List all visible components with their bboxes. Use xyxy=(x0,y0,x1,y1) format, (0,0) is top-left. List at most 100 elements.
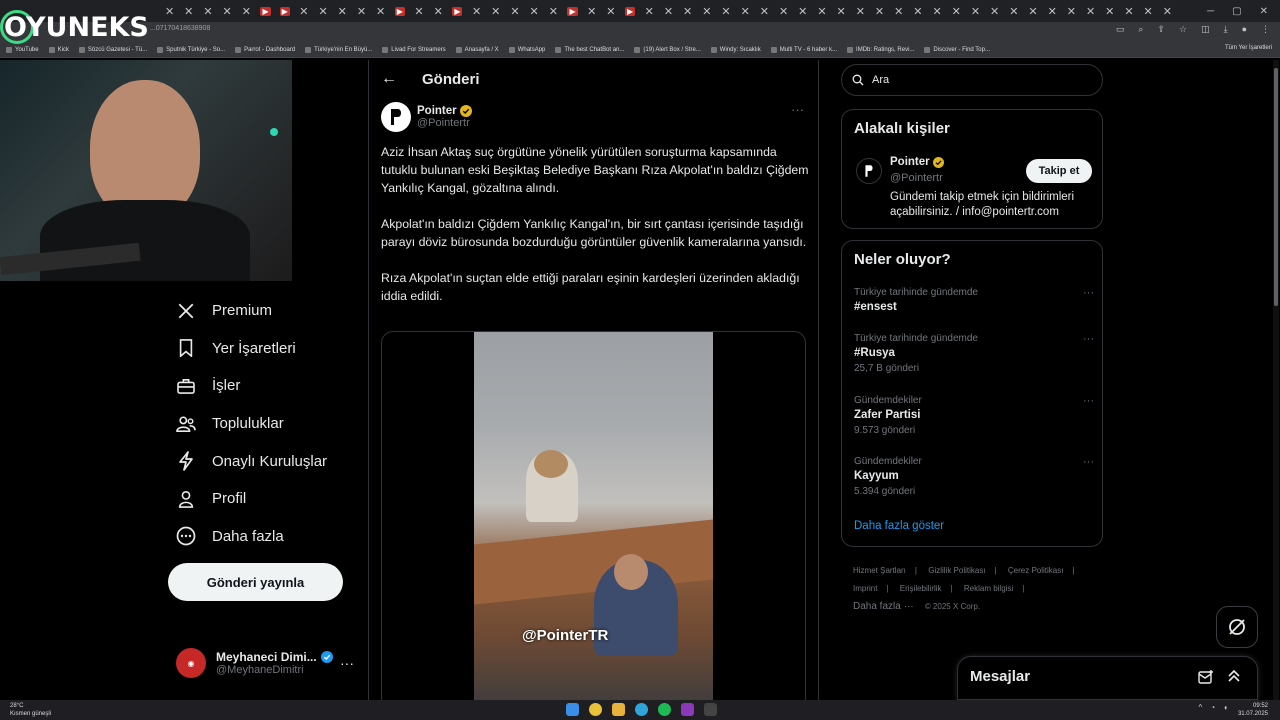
compose-message-icon[interactable] xyxy=(1198,669,1214,685)
trend-more-icon[interactable]: ··· xyxy=(1083,456,1094,468)
browser-tab[interactable]: ✕ xyxy=(1081,3,1100,19)
browser-tab[interactable]: ✕ xyxy=(640,3,659,19)
chrome-icon[interactable] xyxy=(589,703,602,716)
browser-tab[interactable]: ✕ xyxy=(218,3,237,19)
browser-tab[interactable]: ✕ xyxy=(352,3,371,19)
browser-tab[interactable]: ✕ xyxy=(467,3,486,19)
nav-more[interactable]: Daha fazla xyxy=(168,518,368,556)
browser-tab[interactable]: ✕ xyxy=(294,3,313,19)
more-icon[interactable]: ··· xyxy=(340,655,354,671)
zoom-icon[interactable]: ⌕ xyxy=(1138,24,1143,35)
browser-tab[interactable]: ▶ xyxy=(563,3,582,19)
browser-tab[interactable]: ✕ xyxy=(1119,3,1138,19)
post-button[interactable]: Gönderi yayınla xyxy=(168,563,343,601)
browser-tab[interactable]: ▶ xyxy=(256,3,275,19)
browser-tab[interactable]: ✕ xyxy=(985,3,1004,19)
chevron-up-icon[interactable]: ^ xyxy=(1199,703,1203,712)
browser-tab[interactable]: ✕ xyxy=(409,3,428,19)
trend-more-icon[interactable]: ··· xyxy=(1083,287,1094,299)
close-window-icon[interactable]: ✕ xyxy=(1260,6,1268,17)
minimize-icon[interactable]: ─ xyxy=(1207,6,1214,17)
bookmark-item[interactable]: Multi TV - 6 haber k... xyxy=(770,46,837,53)
browser-tab[interactable]: ✕ xyxy=(947,3,966,19)
nav-premium[interactable]: Premium xyxy=(168,292,368,330)
browser-tab[interactable]: ✕ xyxy=(1043,3,1062,19)
nav-jobs[interactable]: İşler xyxy=(168,367,368,405)
author-name[interactable]: Pointer xyxy=(417,105,457,117)
browser-tab[interactable]: ✕ xyxy=(736,3,755,19)
browser-tab[interactable]: ✕ xyxy=(716,3,735,19)
weather-widget[interactable]: 28°C Kısmen güneşli xyxy=(10,702,51,718)
browser-tab[interactable]: ✕ xyxy=(870,3,889,19)
bookmark-item[interactable]: The best ChatBot an... xyxy=(555,46,624,53)
browser-tab[interactable]: ✕ xyxy=(429,3,448,19)
grok-button[interactable] xyxy=(1216,606,1258,648)
footer-link[interactable]: Gizlilik Politikası xyxy=(928,566,985,575)
bookmark-item[interactable]: Livad For Streamers xyxy=(382,46,446,53)
browser-tab[interactable]: ✕ xyxy=(678,3,697,19)
show-more-link[interactable]: Daha fazla göster xyxy=(854,520,944,532)
browser-tab[interactable]: ✕ xyxy=(486,3,505,19)
browser-tab[interactable]: ✕ xyxy=(812,3,831,19)
browser-tab[interactable]: ✕ xyxy=(908,3,927,19)
trend-item[interactable]: Gündemdekiler Kayyum 5.394 gönderi ··· xyxy=(854,456,1094,497)
maximize-icon[interactable]: ▢ xyxy=(1232,6,1241,17)
author-handle[interactable]: @Pointertr xyxy=(417,117,472,129)
browser-tab[interactable]: ✕ xyxy=(1004,3,1023,19)
bookmark-item[interactable]: Sözcü Gazetesi - Tü... xyxy=(78,46,147,53)
browser-tab[interactable]: ✕ xyxy=(659,3,678,19)
browser-tab[interactable]: ▶ xyxy=(390,3,409,19)
nav-communities[interactable]: Topluluklar xyxy=(168,405,368,443)
browser-tab[interactable]: ✕ xyxy=(1062,3,1081,19)
bookmark-item[interactable]: Parrot - Dashboard xyxy=(235,46,295,53)
address-bar[interactable]: ...07170418638908 ▭ ⌕ ⇪ ☆ ◫ ⤓ ● ⋮ xyxy=(0,22,1280,42)
bookmark-item[interactable]: Discover - Find Top... xyxy=(924,46,990,53)
browser-tab[interactable]: ✕ xyxy=(333,3,352,19)
download-icon[interactable]: ⤓ xyxy=(1224,24,1228,35)
trend-more-icon[interactable]: ··· xyxy=(1083,395,1094,407)
footer-more[interactable]: Daha fazla ··· xyxy=(853,601,914,612)
menu-icon[interactable]: ⋮ xyxy=(1261,24,1270,35)
browser-tab[interactable]: ✕ xyxy=(851,3,870,19)
messages-drawer[interactable]: Mesajlar xyxy=(957,656,1258,700)
back-arrow-icon[interactable]: ← xyxy=(381,70,397,88)
browser-tab[interactable]: ✕ xyxy=(1023,3,1042,19)
bookmark-item[interactable]: WhatsApp xyxy=(508,46,545,53)
extensions-icon[interactable]: ◫ xyxy=(1201,24,1210,35)
browser-tab[interactable]: ✕ xyxy=(793,3,812,19)
expand-up-icon[interactable] xyxy=(1226,668,1242,684)
post-more-icon[interactable]: ··· xyxy=(791,102,804,117)
share-icon[interactable]: ⇪ xyxy=(1157,24,1165,35)
browser-tab[interactable]: ✕ xyxy=(1139,3,1158,19)
all-bookmarks[interactable]: Tüm Yer İşaretleri xyxy=(1225,45,1272,51)
browser-tab[interactable]: ✕ xyxy=(582,3,601,19)
browser-tab[interactable]: ✕ xyxy=(160,3,179,19)
browser-tab[interactable]: ✕ xyxy=(601,3,620,19)
file-explorer-icon[interactable] xyxy=(612,703,625,716)
nav-profile[interactable]: Profil xyxy=(168,480,368,518)
bookmark-item[interactable]: (19) Alert Box / Stre... xyxy=(634,46,701,53)
spotify-icon[interactable] xyxy=(658,703,671,716)
nav-bookmarks[interactable]: Yer İşaretleri xyxy=(168,330,368,368)
browser-tab[interactable]: ✕ xyxy=(697,3,716,19)
profile-icon[interactable]: ● xyxy=(1242,24,1247,35)
app-icon[interactable] xyxy=(704,703,717,716)
search-input[interactable]: Ara xyxy=(841,64,1103,96)
browser-tab[interactable]: ✕ xyxy=(237,3,256,19)
account-switcher[interactable]: ◉ Meyhaneci Dimi... @MeyhaneDimitri ··· xyxy=(176,645,356,681)
pointer-logo-icon[interactable] xyxy=(381,102,411,132)
browser-tab[interactable]: ✕ xyxy=(889,3,908,19)
trend-more-icon[interactable]: ··· xyxy=(1083,333,1094,345)
browser-tab[interactable]: ✕ xyxy=(1158,3,1177,19)
pointer-logo-icon[interactable] xyxy=(856,158,882,184)
browser-tab[interactable]: ✕ xyxy=(198,3,217,19)
browser-tab[interactable]: ✕ xyxy=(544,3,563,19)
volume-icon[interactable]: ◖ xyxy=(1223,703,1228,712)
browser-tab[interactable]: ✕ xyxy=(314,3,333,19)
network-icon[interactable]: ◔ xyxy=(1210,703,1215,712)
bookmark-item[interactable]: IMDb: Ratings, Revi... xyxy=(847,46,914,53)
bookmark-item[interactable]: Windy: Sıcaklık xyxy=(710,46,761,53)
browser-tab[interactable]: ✕ xyxy=(525,3,544,19)
footer-link[interactable]: Erişilebilirlik xyxy=(900,584,942,593)
browser-tab[interactable]: ▶ xyxy=(448,3,467,19)
